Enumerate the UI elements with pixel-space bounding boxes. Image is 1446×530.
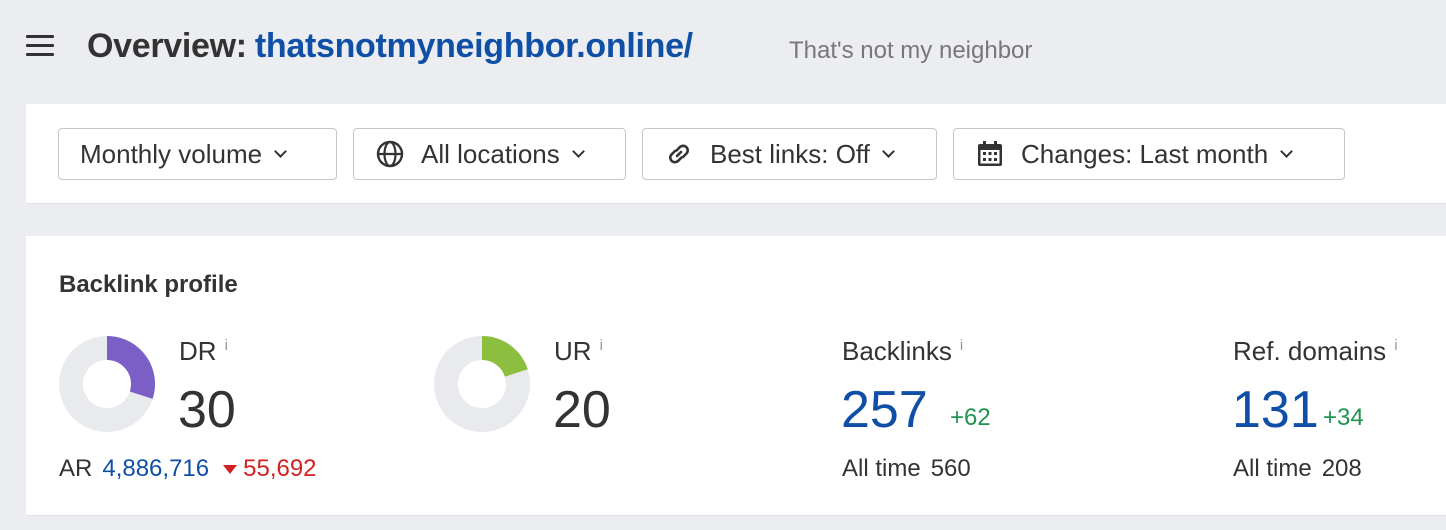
backlink-profile-panel: Backlink profile DR i 30 AR 4,886,716 55,69…	[26, 236, 1446, 516]
chevron-down-icon	[882, 145, 895, 158]
best-links-dropdown[interactable]: Best links: Off	[642, 128, 937, 180]
dr-label-text: DR	[179, 336, 217, 366]
calendar-icon	[975, 139, 1005, 169]
ref-domains-change: +34	[1323, 404, 1364, 431]
changes-label: Changes: Last month	[1021, 138, 1269, 169]
all-time-label: All time	[1233, 455, 1312, 482]
chevron-down-icon	[571, 145, 585, 158]
ar-change: 55,692	[243, 455, 317, 482]
page-title: Overview: thatsnotmyneighbor.online/	[87, 27, 693, 66]
backlinks-all-time-value: 560	[930, 455, 971, 482]
ur-label: UR i	[554, 336, 603, 367]
ur-label-text: UR	[554, 336, 592, 366]
filters-bar: Monthly volume All locations Best links:…	[26, 104, 1446, 204]
site-subtitle: That's not my neighbor	[789, 37, 1033, 64]
locations-label: All locations	[421, 138, 560, 169]
ar-value[interactable]: 4,886,716	[102, 455, 209, 482]
ur-value: 20	[553, 381, 611, 439]
monthly-volume-dropdown[interactable]: Monthly volume	[58, 128, 337, 180]
link-icon	[664, 139, 694, 169]
chevron-down-icon	[274, 145, 287, 158]
dr-value: 30	[178, 381, 236, 439]
ar-line: AR 4,886,716 55,692	[59, 455, 317, 483]
backlinks-label: Backlinks i	[842, 336, 963, 367]
locations-dropdown[interactable]: All locations	[353, 128, 626, 180]
all-time-label: All time	[842, 455, 921, 482]
section-title: Backlink profile	[59, 271, 238, 298]
ref-domains-all-time: All time 208	[1233, 455, 1362, 483]
title-prefix: Overview:	[87, 27, 247, 65]
ref-domains-label-text: Ref. domains	[1233, 336, 1387, 366]
backlinks-all-time: All time 560	[842, 455, 971, 483]
hamburger-icon[interactable]	[26, 33, 54, 59]
dr-label: DR i	[179, 336, 228, 367]
ref-domains-all-time-value: 208	[1321, 455, 1362, 482]
changes-dropdown[interactable]: Changes: Last month	[953, 128, 1345, 180]
info-icon[interactable]: i	[600, 337, 603, 354]
decrease-arrow-icon	[223, 465, 238, 474]
backlinks-label-text: Backlinks	[842, 336, 952, 366]
info-icon[interactable]: i	[225, 337, 228, 354]
info-icon[interactable]: i	[960, 337, 963, 354]
info-icon[interactable]: i	[1394, 337, 1397, 354]
monthly-volume-label: Monthly volume	[80, 138, 263, 169]
ar-label: AR	[59, 455, 93, 482]
domain-link[interactable]: thatsnotmyneighbor.online/	[255, 27, 693, 65]
backlinks-value[interactable]: 257	[841, 384, 928, 436]
backlinks-change: +62	[950, 404, 991, 431]
ref-domains-value[interactable]: 131	[1232, 384, 1319, 436]
dr-donut-chart	[59, 336, 155, 432]
chevron-down-icon	[1280, 145, 1294, 158]
ref-domains-label: Ref. domains i	[1233, 336, 1398, 367]
ur-donut-chart	[434, 336, 530, 432]
best-links-label: Best links: Off	[710, 138, 870, 169]
globe-icon	[375, 139, 405, 169]
page-header: Overview: thatsnotmyneighbor.online/ That…	[0, 0, 1446, 100]
